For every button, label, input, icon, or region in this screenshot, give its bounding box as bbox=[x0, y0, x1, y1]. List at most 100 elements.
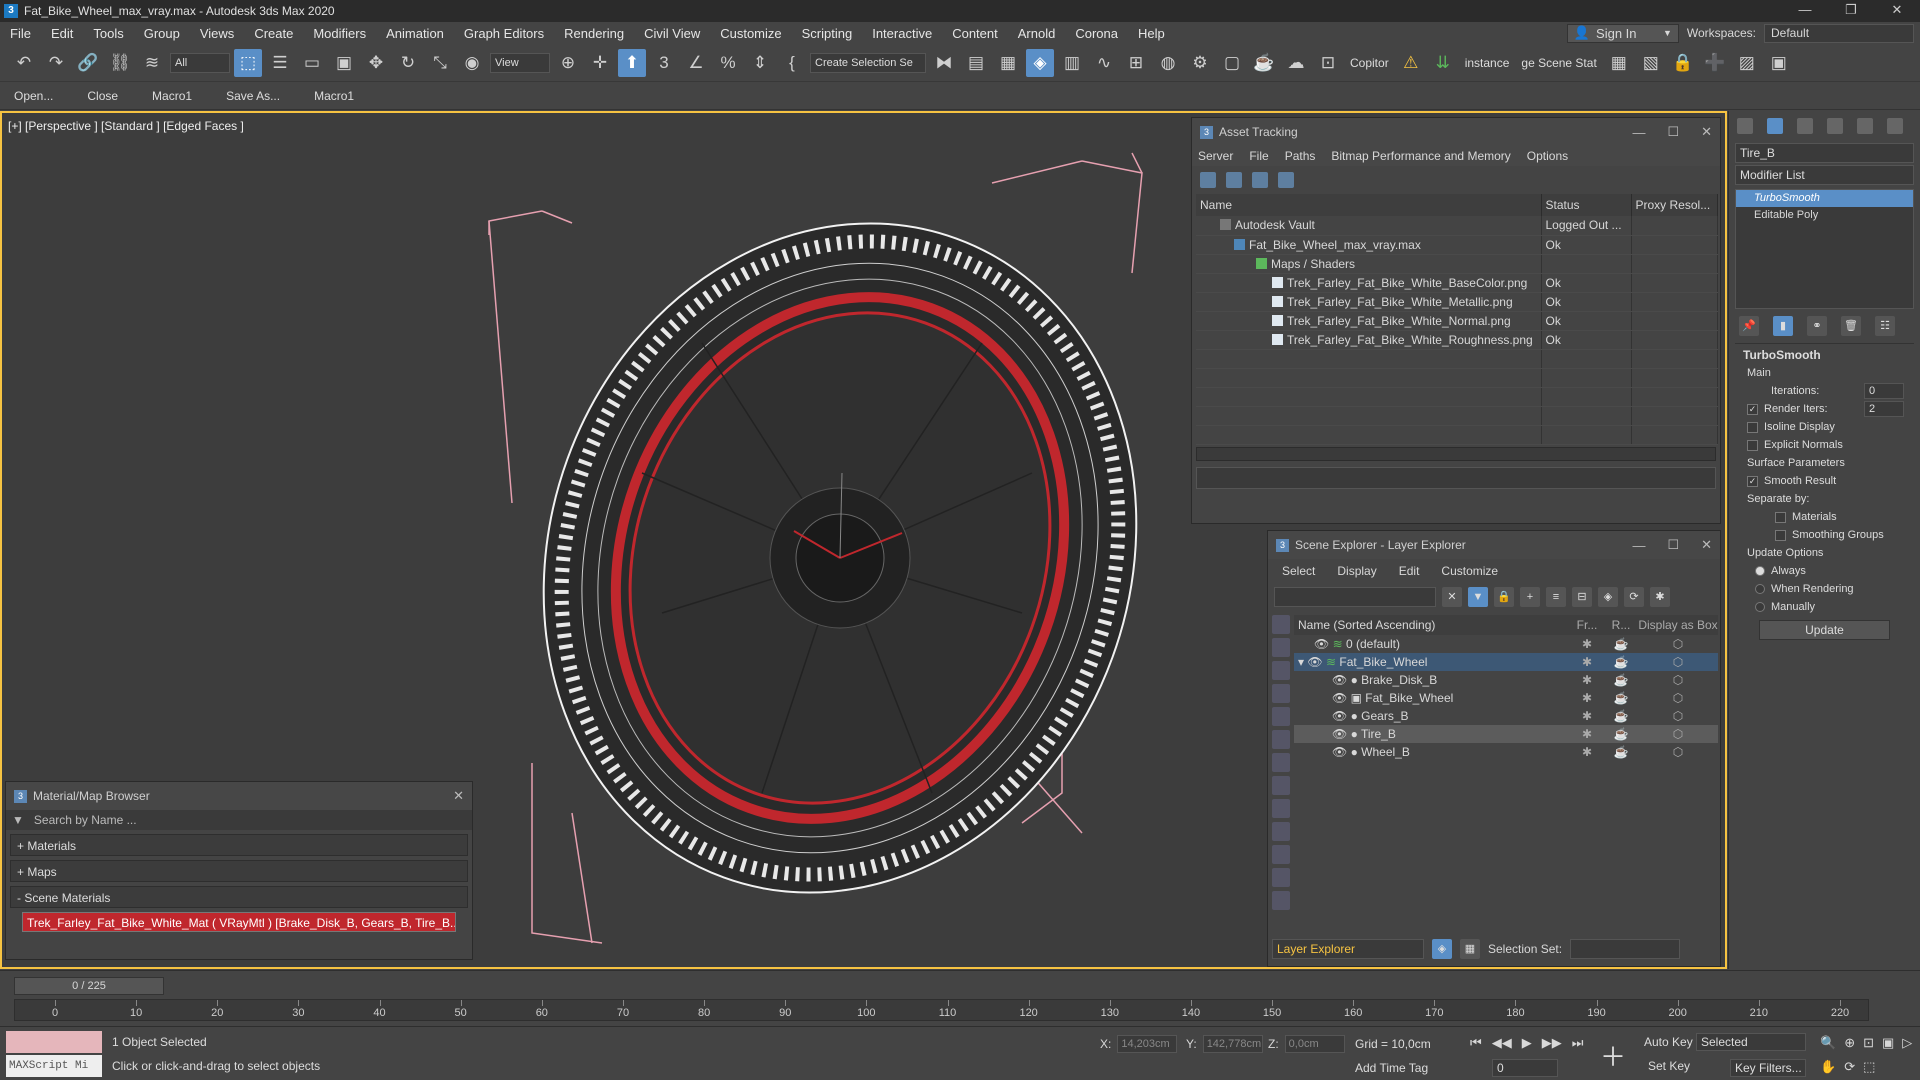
unlink-icon[interactable]: ⛓ bbox=[106, 49, 134, 77]
display-containers-icon[interactable] bbox=[1272, 845, 1290, 864]
hierarchy-icon[interactable]: ⊟ bbox=[1572, 587, 1592, 607]
edit-named-selection-icon[interactable]: { bbox=[778, 49, 806, 77]
table-row[interactable]: Trek_Farley_Fat_Bike_White_Normal.png Ok bbox=[1196, 311, 1718, 331]
spinner-snap-icon[interactable]: ⇕ bbox=[746, 49, 774, 77]
toggle-ribbon-icon[interactable]: ▥ bbox=[1058, 49, 1086, 77]
scene-state-label[interactable]: ge Scene Stat bbox=[1517, 56, 1600, 70]
move-icon[interactable]: ✥ bbox=[362, 49, 390, 77]
motion-tab-icon[interactable] bbox=[1827, 118, 1843, 134]
angle-snap-icon[interactable]: ∠ bbox=[682, 49, 710, 77]
add-time-tag[interactable]: Add Time Tag bbox=[1355, 1061, 1428, 1075]
create-tab-icon[interactable] bbox=[1737, 118, 1753, 134]
remove-modifier-icon[interactable]: 🗑 bbox=[1841, 316, 1861, 336]
object-name-field[interactable]: Tire_B bbox=[1735, 143, 1914, 163]
toggle-scene-explorer-icon[interactable]: ▦ bbox=[994, 49, 1022, 77]
menu-content[interactable]: Content bbox=[942, 26, 1008, 41]
column-display-as-box[interactable]: Display as Box bbox=[1638, 618, 1718, 632]
minimize-icon[interactable]: — bbox=[1632, 538, 1645, 553]
display-helpers-icon[interactable] bbox=[1272, 730, 1290, 749]
menu-group[interactable]: Group bbox=[134, 26, 190, 41]
toggle-layer-explorer-icon[interactable]: ◈ bbox=[1026, 48, 1054, 77]
clear-search-icon[interactable]: ✕ bbox=[1442, 587, 1462, 607]
previous-frame-icon[interactable]: ◀◀ bbox=[1492, 1035, 1512, 1051]
smoothing-groups-checkbox[interactable] bbox=[1775, 529, 1786, 541]
column-frozen[interactable]: Fr... bbox=[1570, 618, 1604, 632]
warning-icon[interactable]: ⚠ bbox=[1397, 49, 1425, 77]
maxscript-output[interactable] bbox=[6, 1031, 102, 1053]
eye-icon[interactable]: 👁 bbox=[1332, 691, 1347, 705]
menu-civil-view[interactable]: Civil View bbox=[634, 26, 710, 41]
next-frame-icon[interactable]: ▶▶ bbox=[1542, 1035, 1562, 1051]
column-status[interactable]: Status bbox=[1541, 194, 1632, 216]
display-geometry-icon[interactable] bbox=[1272, 638, 1290, 657]
pan-icon[interactable]: ✋ bbox=[1820, 1059, 1836, 1075]
maxscript-input[interactable]: MAXScript Mi bbox=[6, 1055, 102, 1077]
settings-icon[interactable]: ✱ bbox=[1650, 587, 1670, 607]
modifier-list-select[interactable]: Modifier List bbox=[1735, 165, 1914, 185]
copitor-label[interactable]: Copitor bbox=[1346, 56, 1393, 70]
iterations-spinner[interactable]: 0 bbox=[1864, 383, 1904, 399]
menu-customize[interactable]: Customize bbox=[1441, 564, 1498, 578]
group-scene-materials[interactable]: - Scene Materials bbox=[10, 886, 468, 908]
menu-file[interactable]: File bbox=[1249, 149, 1268, 163]
lock-icon[interactable]: 🔒 bbox=[1669, 49, 1697, 77]
modifier-editable-poly[interactable]: Editable Poly bbox=[1736, 207, 1913, 224]
box-icon[interactable]: ⬡ bbox=[1638, 727, 1718, 741]
maximize-icon[interactable]: ❐ bbox=[1828, 0, 1874, 22]
link-icon[interactable]: 🔗 bbox=[74, 49, 102, 77]
redo-icon[interactable]: ↷ bbox=[42, 49, 70, 77]
table-row[interactable]: Trek_Farley_Fat_Bike_White_Metallic.png O… bbox=[1196, 292, 1718, 312]
layer-row-fat-bike-wheel[interactable]: ▾ 👁 ≋ Fat_Bike_Wheel ✱ ☕ ⬡ bbox=[1294, 653, 1718, 671]
close-icon[interactable]: ✕ bbox=[1874, 0, 1920, 22]
align-icon[interactable]: ▤ bbox=[962, 49, 990, 77]
list-view-icon[interactable] bbox=[1226, 172, 1242, 188]
eye-icon[interactable]: 👁 bbox=[1332, 673, 1347, 687]
a360-gallery-icon[interactable]: ⊡ bbox=[1314, 49, 1342, 77]
bind-space-warp-icon[interactable]: ≋ bbox=[138, 49, 166, 77]
box-icon[interactable]: ⬡ bbox=[1638, 691, 1718, 705]
display-lights-icon[interactable] bbox=[1272, 684, 1290, 703]
filter-icon[interactable]: ▼ bbox=[1468, 587, 1488, 607]
manually-radio[interactable] bbox=[1755, 602, 1765, 612]
menu-server[interactable]: Server bbox=[1198, 149, 1233, 163]
open-button[interactable]: Open... bbox=[14, 89, 53, 103]
freeze-icon[interactable]: ✱ bbox=[1570, 655, 1604, 669]
render-icon[interactable]: ☕ bbox=[1604, 745, 1638, 759]
asset-tracking-titlebar[interactable]: 3 Asset Tracking — ☐ ✕ bbox=[1192, 118, 1720, 146]
maximize-icon[interactable]: ☐ bbox=[1667, 537, 1679, 553]
viewport-label[interactable]: [+] [Perspective ] [Standard ] [Edged Fa… bbox=[8, 119, 244, 133]
column-name[interactable]: Name bbox=[1196, 194, 1542, 216]
display-xrefs-icon[interactable] bbox=[1272, 799, 1290, 818]
menu-bitmap-performance[interactable]: Bitmap Performance and Memory bbox=[1331, 149, 1510, 163]
zoom-extents-icon[interactable]: ⊡ bbox=[1863, 1035, 1874, 1051]
render-icon[interactable]: ☕ bbox=[1604, 709, 1638, 723]
box-icon[interactable]: ⬡ bbox=[1638, 655, 1718, 669]
render-icon[interactable]: ☕ bbox=[1604, 637, 1638, 651]
current-frame-field[interactable]: 0 bbox=[1492, 1059, 1558, 1077]
render-iters-spinner[interactable]: 2 bbox=[1864, 401, 1904, 417]
pin-stack-icon[interactable]: 📌 bbox=[1739, 316, 1759, 336]
selection-set-select[interactable] bbox=[1570, 939, 1681, 959]
menu-views[interactable]: Views bbox=[190, 26, 244, 41]
schematic-view-icon[interactable]: ⊞ bbox=[1122, 49, 1150, 77]
utilities-tab-icon[interactable] bbox=[1887, 118, 1903, 134]
render-iters-checkbox[interactable]: ✓ bbox=[1747, 403, 1758, 415]
column-render[interactable]: R... bbox=[1604, 618, 1638, 632]
sync-icon[interactable]: ⟳ bbox=[1624, 587, 1644, 607]
menu-paths[interactable]: Paths bbox=[1285, 149, 1316, 163]
macro1-button-2[interactable]: Macro1 bbox=[314, 89, 354, 103]
set-key-plus-icon[interactable]: ＋ bbox=[1600, 1037, 1626, 1074]
go-to-start-icon[interactable]: ⏮ bbox=[1470, 1035, 1482, 1051]
rollout-title[interactable]: TurboSmooth bbox=[1735, 343, 1914, 364]
select-object-icon[interactable]: ⬚ bbox=[234, 48, 262, 77]
auto-key-button[interactable]: Auto Key bbox=[1644, 1035, 1693, 1049]
freeze-icon[interactable]: ✱ bbox=[1570, 673, 1604, 687]
show-end-result-icon[interactable]: ▮ bbox=[1773, 316, 1793, 336]
field-of-view-icon[interactable]: ▷ bbox=[1902, 1035, 1912, 1051]
display-hidden-icon[interactable] bbox=[1272, 891, 1290, 910]
render-icon[interactable]: ☕ bbox=[1604, 727, 1638, 741]
minimize-icon[interactable]: — bbox=[1632, 125, 1645, 140]
configure-sets-icon[interactable]: ☷ bbox=[1875, 316, 1895, 336]
go-to-end-icon[interactable]: ⏭ bbox=[1572, 1035, 1584, 1051]
scene-material-item[interactable]: Trek_Farley_Fat_Bike_White_Mat ( VRayMtl… bbox=[22, 912, 456, 932]
